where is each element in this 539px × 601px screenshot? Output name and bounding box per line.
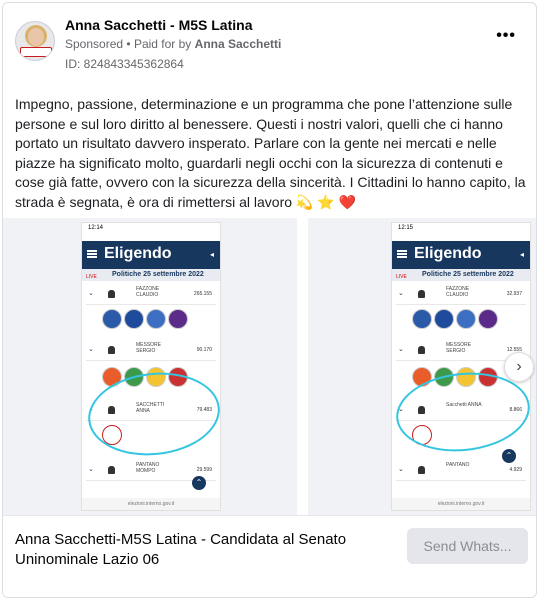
- app-logo: Eligendo: [104, 245, 172, 262]
- party-logo: [168, 309, 188, 329]
- candidate-name: MESSORE SERGIO: [446, 342, 472, 354]
- candidate-name: PANTANO MOMPO: [136, 462, 160, 474]
- party-logos: [412, 309, 500, 333]
- person-icon: [108, 346, 115, 354]
- post-header: Anna Sacchetti - M5S Latina Sponsored • …: [15, 15, 524, 75]
- app-subtitle: LIVE Politiche 25 settembre 2022: [82, 269, 220, 281]
- expand-icon: ⌄: [88, 466, 94, 473]
- live-badge: LIVE: [86, 274, 97, 280]
- post-body-text: Impegno, passione, determinazione e un p…: [15, 96, 526, 210]
- chevron-right-icon[interactable]: ›: [504, 352, 534, 382]
- expand-icon: ⌄: [398, 346, 404, 353]
- candidate-row: ⌄ FAZZONE CLAUDIO 265.155: [86, 283, 216, 305]
- paid-for-name[interactable]: Anna Sacchetti: [195, 37, 282, 51]
- avatar-face: [28, 28, 44, 46]
- candidate-row: ⌄ MESSORE SERGIO 90.170: [86, 339, 216, 361]
- paid-for-prefix: Paid for by: [133, 37, 192, 51]
- ad-id: ID: 824843345362864: [65, 57, 184, 71]
- sponsored-line: Sponsored • Paid for by Anna Sacchetti: [65, 37, 281, 51]
- chevron-up-icon: ⌃: [192, 476, 206, 490]
- status-time: 12:14: [88, 225, 104, 231]
- carousel-slide[interactable]: 12:15 Eligendo ◂ LIVE Politiche 25 sette…: [308, 218, 536, 515]
- link-title[interactable]: Anna Sacchetti-M5S Latina - Candidata al…: [15, 530, 390, 570]
- menu-icon: [87, 250, 97, 252]
- send-whatsapp-button[interactable]: Send Whats...: [407, 528, 528, 564]
- sponsored-label: Sponsored: [65, 37, 124, 51]
- chevron-up-icon: ⌃: [502, 449, 516, 463]
- app-logo: Eligendo: [414, 245, 482, 262]
- app-header: Eligendo ◂: [82, 241, 220, 269]
- candidate-votes: 90.170: [196, 347, 212, 353]
- subtitle-text: Politiche 25 settembre 2022: [112, 271, 204, 278]
- live-badge: LIVE: [396, 274, 407, 280]
- ad-card: Anna Sacchetti - M5S Latina Sponsored • …: [2, 2, 537, 598]
- party-logo: [456, 309, 476, 329]
- person-icon: [418, 466, 425, 474]
- page-name[interactable]: Anna Sacchetti - M5S Latina: [65, 17, 252, 33]
- arrow-icon: ◂: [209, 250, 214, 259]
- app-header: Eligendo ◂: [392, 241, 530, 269]
- party-logo: [434, 309, 454, 329]
- party-logo: [102, 309, 122, 329]
- candidate-votes: 29.599: [196, 467, 212, 473]
- subtitle-text: Politiche 25 settembre 2022: [422, 271, 514, 278]
- image-carousel[interactable]: 12:14 Eligendo ◂ LIVE Politiche 25 sette…: [3, 218, 536, 515]
- page-avatar[interactable]: [15, 21, 55, 61]
- phone-screenshot: 12:14 Eligendo ◂ LIVE Politiche 25 sette…: [81, 222, 221, 511]
- party-logo: [146, 309, 166, 329]
- party-logo: [124, 309, 144, 329]
- candidate-votes: 4.929: [509, 467, 522, 473]
- status-time: 12:15: [398, 225, 414, 231]
- person-icon: [418, 346, 425, 354]
- candidate-votes: 32.937: [506, 291, 522, 297]
- party-logos: [102, 309, 190, 333]
- candidate-votes: 265.155: [193, 291, 212, 297]
- person-icon: [108, 466, 115, 474]
- url-bar: elezioni.interno.gov.it: [392, 498, 530, 510]
- candidate-name: FAZZONE CLAUDIO: [446, 286, 470, 298]
- app-subtitle: LIVE Politiche 25 settembre 2022: [392, 269, 530, 281]
- expand-icon: ⌄: [88, 346, 94, 353]
- party-logo: [412, 309, 432, 329]
- candidate-name: FAZZONE CLAUDIO: [136, 286, 160, 298]
- candidate-name: MESSORE SERGIO: [136, 342, 162, 354]
- expand-icon: ⌄: [398, 290, 404, 297]
- person-icon: [418, 290, 425, 298]
- menu-icon: [397, 250, 407, 252]
- ad-footer[interactable]: Anna Sacchetti-M5S Latina - Candidata al…: [3, 515, 536, 597]
- arrow-icon: ◂: [519, 250, 524, 259]
- expand-icon: ⌄: [88, 290, 94, 297]
- more-options-icon[interactable]: •••: [496, 27, 516, 45]
- url-bar: elezioni.interno.gov.it: [82, 498, 220, 510]
- expand-icon: ⌄: [398, 466, 404, 473]
- candidate-name: PANTANO: [446, 462, 470, 468]
- party-logo: [478, 309, 498, 329]
- candidate-row: ⌄ FAZZONE CLAUDIO 32.937: [396, 283, 526, 305]
- dot-separator: •: [126, 37, 134, 51]
- avatar-badge: [20, 47, 52, 57]
- carousel-slide[interactable]: 12:14 Eligendo ◂ LIVE Politiche 25 sette…: [3, 218, 297, 515]
- person-icon: [108, 290, 115, 298]
